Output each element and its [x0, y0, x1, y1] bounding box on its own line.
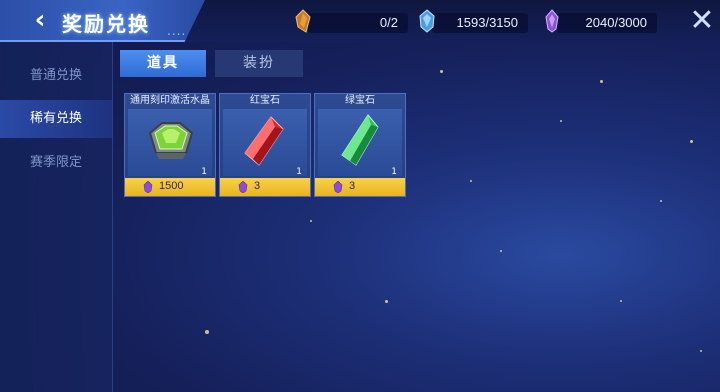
back-button[interactable]: ‹ — [28, 7, 52, 33]
item-name: 绿宝石 — [345, 95, 375, 106]
item-price: 1500 — [159, 180, 184, 192]
resource-value: 2040/3000 — [585, 15, 647, 30]
page-title: 奖励兑换 — [62, 12, 150, 36]
price-bar: 3 — [315, 178, 405, 196]
sidebar-item-rare-exchange[interactable]: 稀有兑换 — [0, 100, 112, 138]
item-art: 1 — [318, 109, 402, 177]
item-count: 1 — [296, 167, 302, 177]
item-art: 1 — [223, 109, 307, 177]
item-card[interactable]: 红宝石 1 3 — [219, 93, 311, 197]
price-bar: 1500 — [125, 178, 215, 196]
sidebar-item-season-limited[interactable]: 赛季限定 — [0, 144, 112, 182]
title-decoration: .... — [167, 24, 187, 38]
resource-crystal-shard: 0/2 — [295, 9, 408, 33]
green-crystal-icon — [341, 114, 379, 166]
crystal-shard-icon — [295, 9, 311, 33]
item-card[interactable]: 通用刻印激活水晶 1 1500 — [124, 93, 216, 197]
chevron-left-icon: ‹ — [34, 5, 46, 35]
item-name: 红宝石 — [250, 95, 280, 106]
item-count: 1 — [391, 167, 397, 177]
sidebar: 普通兑换 稀有兑换 赛季限定 — [0, 42, 113, 392]
item-art: 1 — [128, 109, 212, 177]
green-hexagon-gem-icon — [148, 122, 194, 159]
red-crystal-icon — [244, 116, 284, 166]
item-name: 通用刻印激活水晶 — [130, 95, 210, 106]
resource-value: 0/2 — [379, 15, 398, 30]
purple-gem-icon — [545, 9, 559, 33]
price-bar: 3 — [220, 178, 310, 196]
item-count: 1 — [201, 167, 207, 177]
resource-blue-gem: 1593/3150 — [419, 9, 528, 33]
top-bar: ‹ 奖励兑换 .... 0/2 1593/3150 2040/3000 ✕ — [0, 0, 720, 42]
tab-items[interactable]: 道具 — [120, 50, 206, 77]
blue-gem-icon — [419, 9, 435, 33]
resource-value: 1593/3150 — [456, 15, 518, 30]
purple-gem-icon — [143, 181, 153, 193]
tab-outfits[interactable]: 装扮 — [215, 50, 303, 77]
item-price: 3 — [349, 180, 356, 192]
purple-gem-icon — [333, 181, 343, 193]
close-icon: ✕ — [689, 3, 715, 38]
item-price: 3 — [254, 180, 261, 192]
item-card[interactable]: 绿宝石 1 3 — [314, 93, 406, 197]
resource-purple-gem: 2040/3000 — [545, 9, 657, 33]
close-button[interactable]: ✕ — [688, 6, 716, 36]
purple-gem-icon — [238, 181, 248, 193]
sidebar-item-normal-exchange[interactable]: 普通兑换 — [0, 57, 112, 95]
